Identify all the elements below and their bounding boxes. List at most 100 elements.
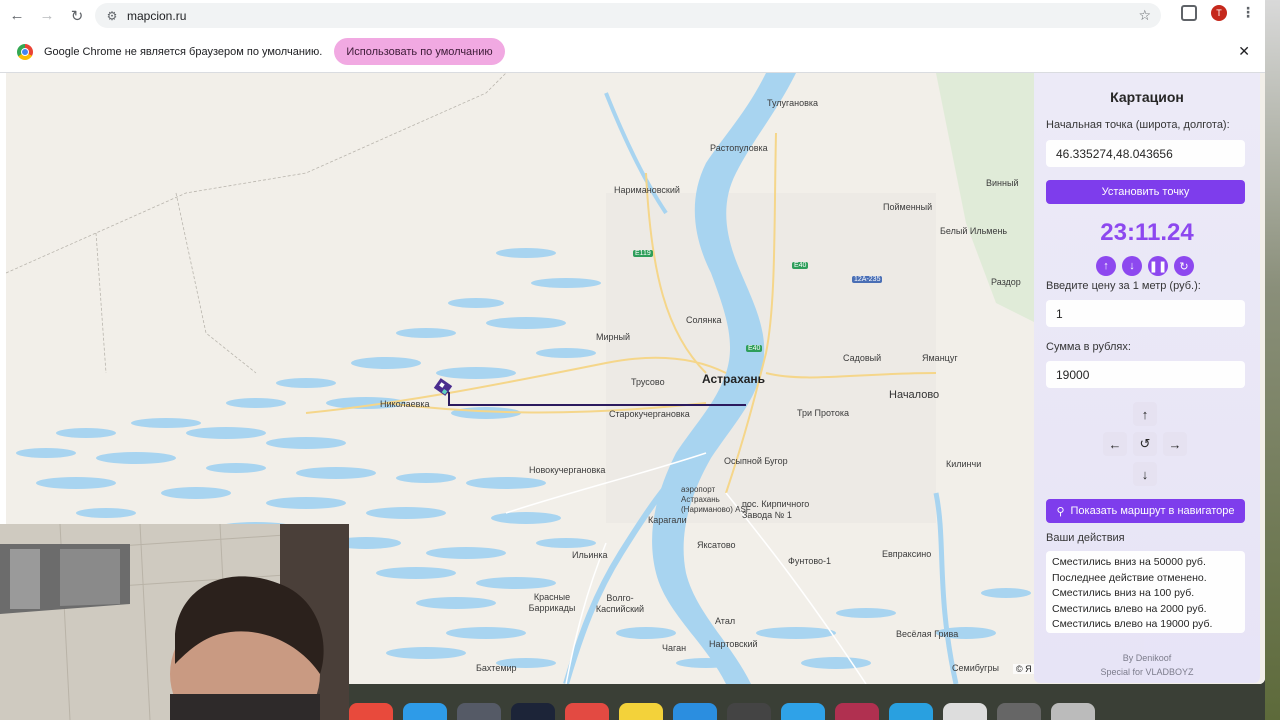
start-point-label: Начальная точка (широта, долгота): [1046, 119, 1230, 131]
map-label: Евпраксино [882, 549, 932, 559]
control-panel: Картацион Начальная точка (широта, долго… [1034, 73, 1260, 683]
forward-icon[interactable]: → [34, 3, 60, 29]
set-default-button[interactable]: Использовать по умолчанию [334, 38, 505, 65]
trash-icon[interactable] [1051, 703, 1095, 720]
action-entry: Сместились влево на 19000 руб. [1052, 618, 1213, 630]
map-label-airport: аэропорт Астрахань (Нариманово) ASF [681, 485, 751, 514]
map-label: Началово [889, 389, 940, 401]
pause-icon[interactable]: ❚❚ [1148, 256, 1168, 276]
dock [349, 703, 1139, 720]
road-shield: 12A-235 [852, 276, 883, 283]
webcam-overlay [0, 524, 349, 720]
back-icon[interactable]: ← [4, 3, 30, 29]
map-label: Трусово [631, 377, 665, 387]
desktop-edge [1265, 0, 1280, 720]
map-label: Солянка [686, 315, 722, 325]
bookmark-star-icon[interactable]: ☆ [1138, 7, 1151, 24]
refresh-icon[interactable]: ↻ [1174, 256, 1194, 276]
sum-input[interactable]: 19000 [1046, 361, 1245, 388]
map-label: Раздор [991, 277, 1021, 287]
road-shield: E40 [792, 262, 809, 269]
map-label: Три Протока [797, 408, 849, 418]
app-icon[interactable] [349, 703, 393, 720]
map-label: пос. Кирпичного Завода № 1 [742, 499, 810, 520]
default-browser-infobar: Google Chrome не является браузером по у… [0, 31, 1265, 73]
map-label: Ильинка [572, 550, 608, 560]
start-point-input[interactable]: 46.335274,48.043656 [1046, 140, 1245, 167]
move-down-button[interactable]: ↓ [1133, 462, 1157, 486]
map-label: Новокучергановка [529, 465, 606, 475]
show-route-button[interactable]: ⚲ Показать маршрут в навигаторе [1046, 499, 1245, 523]
timer-display: 23:11.24 [1100, 219, 1194, 246]
map-label: Чаган [662, 643, 687, 653]
app-icon[interactable] [727, 703, 771, 720]
map-label: Весёлая Грива [896, 629, 959, 639]
panel-title: Картацион [1110, 89, 1184, 105]
sum-label: Сумма в рублях: [1046, 341, 1131, 353]
map-label: Семибугры [952, 663, 999, 673]
app-icon[interactable] [835, 703, 879, 720]
footer-special: Special for VLADBOYZ [1100, 667, 1194, 677]
map-label: Наримановский [614, 185, 680, 195]
app-icon[interactable] [781, 703, 825, 720]
file-icon[interactable] [943, 703, 987, 720]
map-label: Белый Ильмень [940, 226, 1008, 236]
action-entry: Сместились влево на 2000 руб. [1052, 602, 1207, 615]
app-icon[interactable] [673, 703, 717, 720]
map-label: Волго-Каспийский [595, 593, 645, 614]
map-label: Садовый [843, 353, 882, 363]
site-info-icon[interactable]: ⚙ [101, 9, 123, 23]
map-label: Николаевка [380, 399, 430, 409]
map-label: Атал [715, 616, 736, 626]
infobar-message: Google Chrome не является браузером по у… [44, 45, 323, 58]
map-label: Красные Баррикады [528, 592, 576, 613]
extensions-icon[interactable] [1181, 4, 1197, 21]
action-entry: Последнее действие отменено. [1052, 571, 1207, 584]
map-label: Пойменный [883, 202, 933, 212]
road-shield: E40 [746, 345, 763, 352]
price-input[interactable]: 1 [1046, 300, 1245, 327]
arrow-down-icon[interactable]: ↓ [1122, 256, 1142, 276]
notes-icon[interactable] [619, 703, 663, 720]
app-icon[interactable] [889, 703, 933, 720]
menu-kebab-icon[interactable]: ⋮ [1241, 4, 1255, 21]
move-left-button[interactable]: ← [1103, 432, 1127, 456]
calendar-icon[interactable] [565, 703, 609, 720]
map-label: Винный [986, 178, 1019, 188]
address-bar[interactable]: ⚙ mapcion.ru ☆ [95, 3, 1161, 28]
app-icon[interactable] [511, 703, 555, 720]
app-icon[interactable] [403, 703, 447, 720]
action-entry: Сместились вниз на 100 руб. [1052, 587, 1195, 599]
map-label-city: Астрахань [702, 372, 766, 386]
url-text: mapcion.ru [127, 8, 187, 23]
map-label: Килинчи [946, 459, 982, 469]
map-label: Карагали [648, 515, 687, 525]
actions-label: Ваши действия [1046, 532, 1125, 544]
move-right-button[interactable]: → [1163, 432, 1187, 456]
move-up-button[interactable]: ↑ [1133, 402, 1157, 426]
actions-log[interactable]: Сместились вниз на 50000 руб. Последнее … [1046, 551, 1245, 633]
show-route-label: Показать маршрут в навигаторе [1070, 505, 1235, 517]
timer-controls: ↑ ↓ ❚❚ ↻ [1096, 256, 1194, 276]
app-icon[interactable] [457, 703, 501, 720]
map-label: Яксатово [697, 540, 736, 550]
map-label: Нартовский [709, 639, 758, 649]
map-label: Мирный [596, 332, 630, 342]
map-label: Бахтемир [476, 663, 517, 673]
arrow-up-icon[interactable]: ↑ [1096, 256, 1116, 276]
close-icon[interactable]: ✕ [1238, 43, 1250, 60]
price-label: Введите цену за 1 метр (руб.): [1046, 280, 1201, 292]
road-shield: E119 [633, 250, 653, 257]
map-label: Осыпной Бугор [724, 456, 788, 466]
map-copyright[interactable]: © Я [1013, 664, 1035, 674]
profile-avatar[interactable]: T [1211, 4, 1227, 21]
screen: ← → ↻ ⚙ mapcion.ru ☆ T ⋮ Google Chrome н… [0, 0, 1280, 720]
app-icon[interactable] [997, 703, 1041, 720]
undo-button[interactable]: ↺ [1133, 432, 1157, 456]
map-label: Фунтово-1 [788, 556, 832, 566]
map-label: Растопуловка [710, 143, 768, 153]
route-icon: ⚲ [1056, 505, 1065, 518]
map-label: Тулугановка [767, 98, 819, 108]
reload-icon[interactable]: ↻ [64, 3, 90, 29]
set-point-button[interactable]: Установить точку [1046, 180, 1245, 204]
